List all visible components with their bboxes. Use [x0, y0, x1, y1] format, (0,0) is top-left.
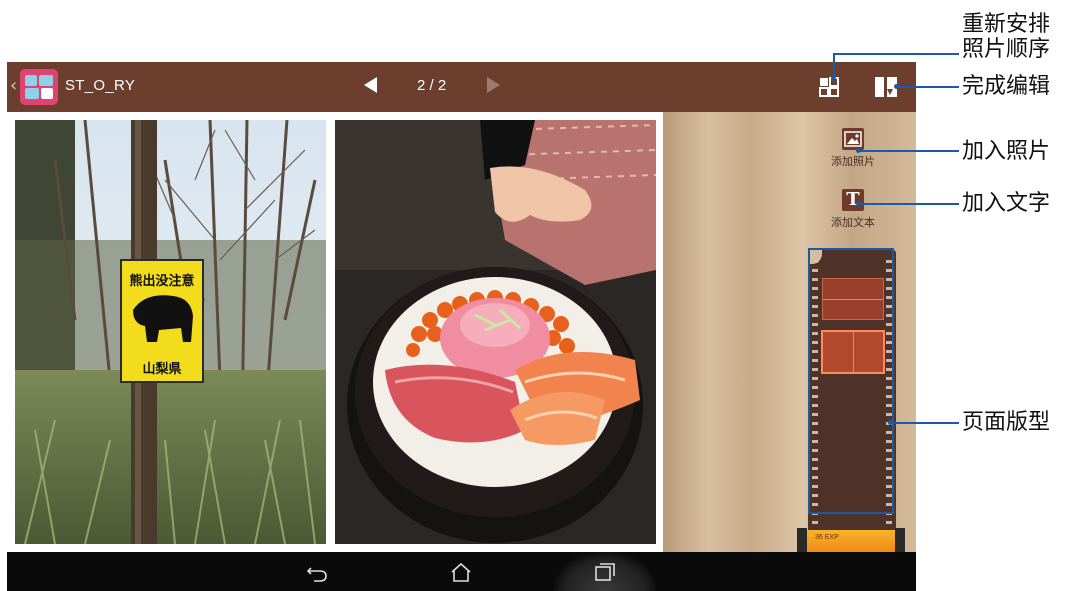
add-text-button[interactable]: T 添加文本 [813, 189, 893, 230]
layout-thumb-split-vertical[interactable] [821, 330, 885, 374]
callout-frame-bottom [808, 512, 894, 514]
callout-line-add-photo [858, 150, 959, 152]
back-icon[interactable] [305, 561, 329, 583]
film-notch [808, 250, 822, 264]
next-page-icon[interactable] [487, 77, 500, 93]
callout-line-rearrange-v [833, 53, 835, 78]
callout-rearrange-photos: 重新安排 照片顺序 [962, 12, 1050, 62]
callout-frame-left [808, 248, 810, 514]
stage: ‹ ST_O_RY 2 / 2 熊出没注意 山梨県 添加照片 T 添加文本 36… [0, 0, 1074, 591]
callout-frame-top [808, 248, 894, 250]
callout-add-text: 加入文字 [962, 191, 1051, 216]
page-layout-filmstrip[interactable] [808, 250, 896, 552]
rearrange-photos-icon[interactable] [819, 77, 839, 97]
add-photo-label: 添加照片 [831, 155, 875, 168]
add-photo-icon [842, 128, 864, 150]
sign-title-text: 熊出没注意 [129, 273, 194, 289]
story-app-icon[interactable] [20, 69, 58, 105]
food-photo-image [335, 120, 656, 544]
callout-line-layout [892, 422, 959, 424]
add-text-icon: T [842, 189, 864, 211]
layout-thumb-split-horizontal[interactable] [822, 278, 884, 320]
callout-rearrange-line1: 重新安排 [962, 12, 1051, 37]
editing-side-panel: 添加照片 T 添加文本 36 EXP [663, 112, 916, 552]
film-canister-label: 36 EXP [815, 534, 839, 541]
callout-page-layout: 页面版型 [962, 410, 1051, 435]
tablet-screen: ‹ ST_O_RY 2 / 2 熊出没注意 山梨県 添加照片 T 添加文本 36… [7, 62, 916, 591]
callout-line-add-text [858, 203, 959, 205]
film-canister: 36 EXP [797, 528, 905, 552]
home-icon[interactable] [449, 561, 473, 583]
add-text-label: 添加文本 [831, 216, 875, 229]
story-page: 熊出没注意 山梨県 [7, 112, 663, 552]
previous-page-icon[interactable] [364, 77, 377, 93]
callout-line-finish [896, 86, 959, 88]
callout-frame-right [892, 248, 894, 514]
top-action-bar: ‹ ST_O_RY 2 / 2 [7, 62, 916, 112]
page-indicator: 2 / 2 [417, 77, 447, 94]
photo-forest-bear-sign[interactable]: 熊出没注意 山梨県 [15, 120, 326, 544]
forest-photo-image: 熊出没注意 山梨県 [15, 120, 326, 544]
film-perforation-left [812, 260, 818, 542]
callout-add-photo: 加入照片 [962, 139, 1051, 164]
photo-seafood-bowl[interactable] [335, 120, 656, 544]
app-title: ST_O_RY [65, 77, 136, 94]
sign-footer-text: 山梨県 [142, 361, 181, 377]
back-chevron-icon[interactable]: ‹ [10, 75, 17, 96]
recent-apps-icon[interactable] [593, 561, 617, 583]
callout-line-rearrange-h [833, 53, 959, 55]
add-photo-button[interactable]: 添加照片 [813, 128, 893, 169]
system-navigation-bar [7, 552, 916, 591]
callout-finish-editing: 完成编辑 [962, 74, 1051, 99]
callout-rearrange-line2: 照片顺序 [962, 37, 1051, 62]
